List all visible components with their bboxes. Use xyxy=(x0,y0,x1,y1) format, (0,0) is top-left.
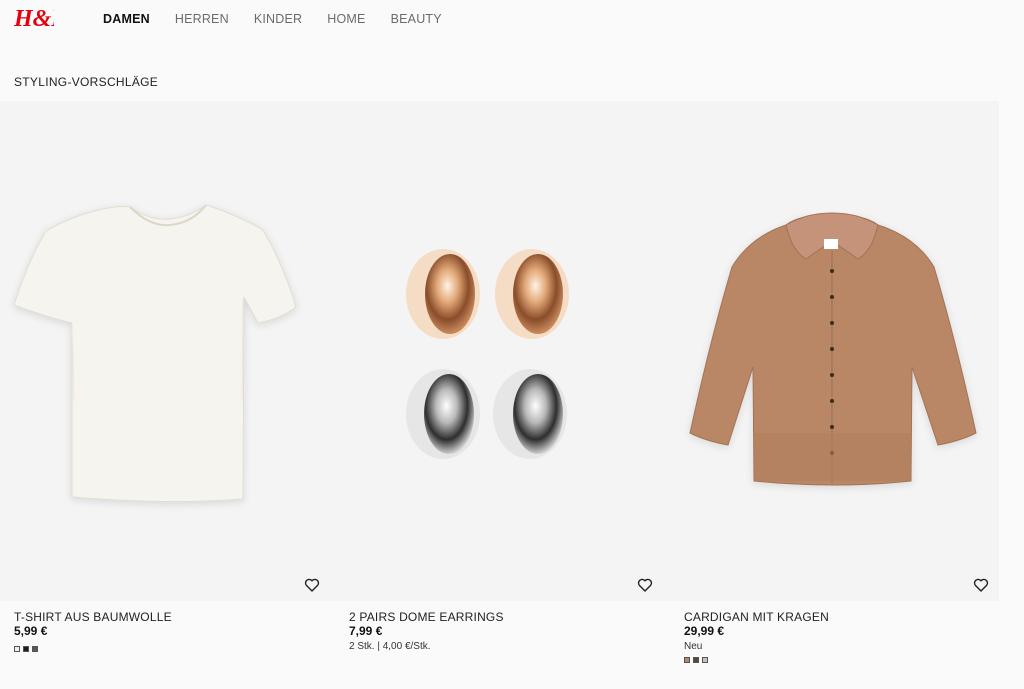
swatch-brown[interactable] xyxy=(684,657,690,663)
product-name[interactable]: 2 PAIRS DOME EARRINGS xyxy=(349,610,504,624)
product-card[interactable]: CARDIGAN MIT KRAGEN 29,99 € Neu xyxy=(666,101,999,681)
product-price: 7,99 € xyxy=(349,624,383,638)
nav-item-herren[interactable]: HERREN xyxy=(175,12,229,26)
nav-item-home[interactable]: HOME xyxy=(327,12,365,26)
product-grid: T-SHIRT AUS BAUMWOLLE 5,99 € 2 PAIRS DOM… xyxy=(0,101,1000,663)
color-swatches xyxy=(684,657,708,663)
product-card[interactable]: 2 PAIRS DOME EARRINGS 7,99 € 2 Stk. | 4,… xyxy=(333,101,666,681)
dome-earrings-image[interactable] xyxy=(333,101,666,601)
swatch-black[interactable] xyxy=(23,646,29,652)
brown-cardigan-image[interactable] xyxy=(666,101,999,601)
swatch-white[interactable] xyxy=(14,646,20,652)
product-price: 29,99 € xyxy=(684,624,725,638)
new-badge: Neu xyxy=(684,641,703,652)
nav-item-beauty[interactable]: BEAUTY xyxy=(391,12,442,26)
nav-item-kinder[interactable]: KINDER xyxy=(254,12,302,26)
nav-item-damen[interactable]: DAMEN xyxy=(103,12,150,26)
heart-icon[interactable] xyxy=(973,577,989,593)
svg-text:H&M: H&M xyxy=(14,6,54,32)
heart-icon[interactable] xyxy=(637,577,653,593)
white-tshirt-image[interactable] xyxy=(0,101,333,601)
section-title: STYLING-VORSCHLÄGE xyxy=(14,75,159,89)
heart-icon[interactable] xyxy=(304,577,320,593)
product-card[interactable]: T-SHIRT AUS BAUMWOLLE 5,99 € xyxy=(0,101,333,681)
product-name[interactable]: CARDIGAN MIT KRAGEN xyxy=(684,610,829,624)
top-bar: H&M DAMEN HERREN KINDER HOME BEAUTY xyxy=(0,0,1024,40)
color-swatches xyxy=(14,646,38,652)
hm-logo[interactable]: H&M xyxy=(14,2,54,32)
swatch-beige[interactable] xyxy=(702,657,708,663)
product-unit-info: 2 Stk. | 4,00 €/Stk. xyxy=(349,641,431,652)
swatch-dark-grey[interactable] xyxy=(693,657,699,663)
swatch-dark-grey[interactable] xyxy=(32,646,38,652)
product-name[interactable]: T-SHIRT AUS BAUMWOLLE xyxy=(14,610,172,624)
product-price: 5,99 € xyxy=(14,624,48,638)
main-nav: DAMEN HERREN KINDER HOME BEAUTY xyxy=(103,12,467,26)
